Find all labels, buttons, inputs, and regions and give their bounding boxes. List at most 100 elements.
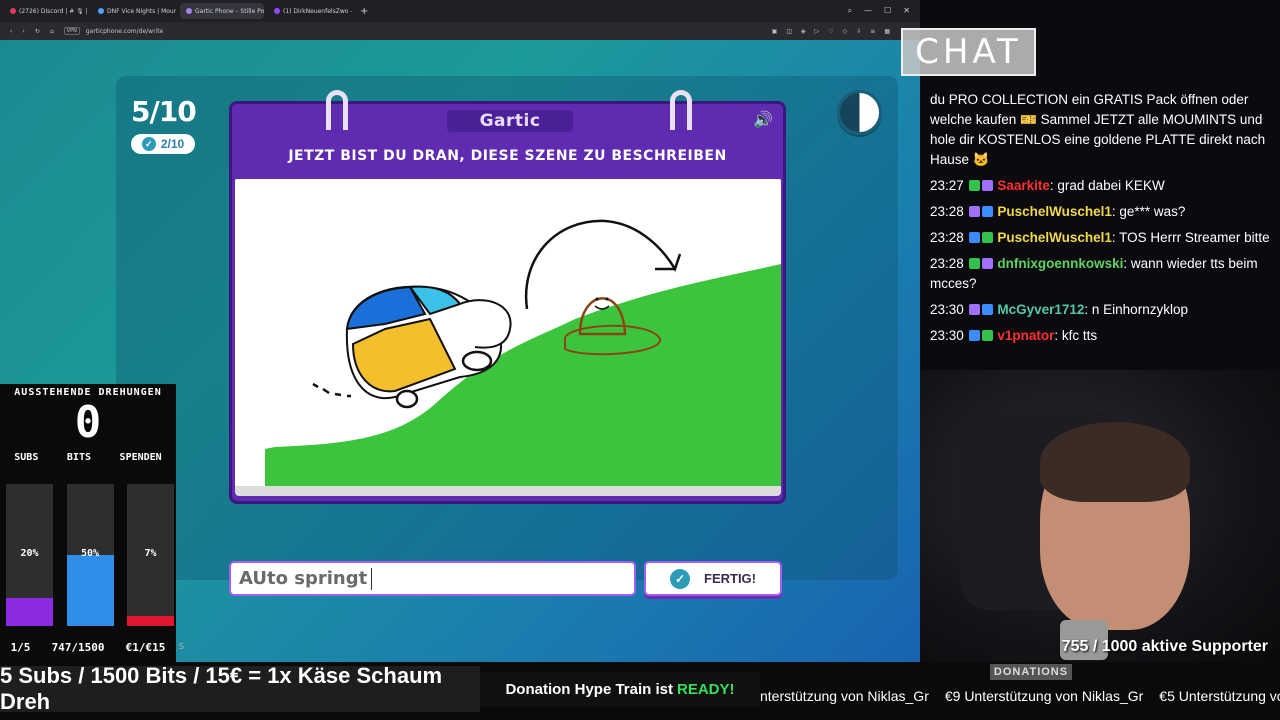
done-button[interactable]: ✓ FERTIG! <box>644 561 782 596</box>
canvas-base <box>235 486 781 496</box>
back-icon[interactable]: ‹ <box>10 28 12 35</box>
new-tab-button[interactable]: + <box>360 6 368 17</box>
chat-username[interactable]: v1pnator <box>997 328 1054 343</box>
chat-badge-icon <box>981 258 993 269</box>
chat-badge-icon <box>968 304 980 315</box>
speaker-icon[interactable]: 🔊 <box>753 110 773 130</box>
chat-username[interactable]: PuschelWuschel1 <box>997 204 1112 219</box>
chat-badge-icon <box>968 206 980 217</box>
chat-timestamp: 23:30 <box>930 302 964 317</box>
gartic-logo: Gartic <box>447 110 573 132</box>
home-icon[interactable]: ⌂ <box>50 28 54 35</box>
browser-tab[interactable]: DNF Vice Nights | Moumin... <box>92 3 176 19</box>
supporters-count: 755 / 1000 aktive Supporter <box>1061 638 1268 655</box>
bar-label: SPENDEN <box>119 452 162 463</box>
tab-label: (1) DirkNeuenfelsZwo – Tw... <box>283 7 352 15</box>
chat-badge-icon <box>981 330 993 341</box>
play-icon[interactable]: ▷ <box>815 28 820 35</box>
browser-tab[interactable]: Gartic Phone – Stille Post <box>180 3 264 19</box>
close-icon[interactable]: ✕ <box>903 6 910 16</box>
check-icon: ✓ <box>670 568 690 589</box>
download-icon[interactable]: ⇩ <box>856 28 861 35</box>
drawing-card: Gartic 🔊 JETZT BIST DU DRAN, DIESE SZENE… <box>229 90 786 504</box>
goal-bar: 20% <box>6 484 53 626</box>
camera-icon[interactable]: ▣ <box>772 28 778 35</box>
chat-timestamp: 23:30 <box>930 328 964 343</box>
goal-bar-percent: 7% <box>144 548 157 559</box>
chat-text: : TOS Herrr Streamer bitte <box>1111 230 1270 245</box>
browser-tab[interactable]: (1) DirkNeuenfelsZwo – Tw... <box>268 3 352 19</box>
goal-bar-fill <box>66 555 114 626</box>
minimize-icon[interactable]: — <box>864 6 872 16</box>
chat-badge-icon <box>968 232 980 243</box>
browser-tab-bar: (2726) Discord | # 🎙 | st... DNF Vice Nig… <box>0 0 920 22</box>
chat-text: : grad dabei KEKW <box>1049 178 1165 193</box>
answer-text: AUto springt <box>239 568 368 589</box>
goal-footers: 1/5 747/1500 €1/€15 <box>0 641 176 654</box>
check-icon: ✓ <box>141 137 156 151</box>
pending-spins-widget: AUSSTEHENDE DREHUNGEN 0 SUBS BITS SPENDEN … <box>0 384 185 662</box>
binder-ring-icon <box>326 90 348 130</box>
streamer-hair <box>1040 422 1190 502</box>
chat-message: 23:28 PuschelWuschel1: ge*** was? <box>930 202 1270 222</box>
reload-icon[interactable]: ↻ <box>35 28 40 35</box>
shield-icon[interactable]: ◈ <box>801 28 806 35</box>
tab-favicon-icon <box>186 8 192 14</box>
goal-footer: 1/5 <box>10 641 31 654</box>
figure-eye <box>595 297 599 301</box>
chat-message: 23:28 PuschelWuschel1: TOS Herrr Streame… <box>930 228 1270 248</box>
donations-label: DONATIONS <box>990 664 1072 680</box>
spins-count: 0 <box>74 397 102 448</box>
maximize-icon[interactable]: ☐ <box>884 6 891 16</box>
players-done-count: 2/10 <box>160 137 185 151</box>
goal-bar: 50% <box>66 484 114 626</box>
bar-label: BITS <box>66 452 91 463</box>
car-wheel-rear <box>395 389 419 409</box>
browser-tab[interactable]: (2726) Discord | # 🎙 | st... <box>4 3 88 19</box>
search-tabs-icon[interactable]: ⌕ <box>848 6 852 16</box>
url-field[interactable]: garticphone.com/de/write <box>86 28 163 35</box>
car-wheel-front <box>461 350 493 372</box>
heart-icon[interactable]: ♡ <box>828 28 833 35</box>
webcam-view: 755 / 1000 aktive Supporter <box>920 370 1280 662</box>
chat-username[interactable]: Saarkite <box>997 178 1050 193</box>
chat-username[interactable]: PuschelWuschel1 <box>997 230 1112 245</box>
widget-tail-text: s <box>178 639 185 652</box>
menu-icon[interactable]: ≡ <box>870 28 875 35</box>
ticker-item: nterstützung von Niklas_Gr <box>760 688 929 704</box>
goal-footer: €1/€15 <box>125 641 166 654</box>
spins-title: AUSSTEHENDE DREHUNGEN <box>14 387 162 398</box>
chat-text: : ge*** was? <box>1111 204 1186 219</box>
grass-hill <box>265 264 781 489</box>
tab-favicon-icon <box>10 8 16 14</box>
drawing-image <box>265 219 781 489</box>
players-done-badge: ✓ 2/10 <box>131 134 195 154</box>
hype-train-status: Donation Hype Train ist READY! <box>480 672 760 706</box>
hype-ready: READY! <box>677 680 735 698</box>
chat-badge: CHAT <box>901 28 1036 76</box>
chat-username[interactable]: dnfnixgoennkowski <box>997 256 1123 271</box>
subs-goal-banner: 5 Subs / 1500 Bits / 15€ = 1x Käse Schau… <box>0 663 480 714</box>
speed-lines <box>312 382 351 398</box>
done-button-label: FERTIG! <box>704 571 756 586</box>
chat-message-list: 23:27 Saarkite: grad dabei KEKW 23:28 Pus… <box>930 176 1270 346</box>
snapshot-icon[interactable]: ◫ <box>786 28 792 35</box>
chat-badge-icon <box>981 180 993 191</box>
chat-timestamp: 23:28 <box>930 230 964 245</box>
tab-favicon-icon <box>274 8 280 14</box>
forward-icon[interactable]: › <box>22 28 24 35</box>
vpn-badge[interactable]: VPN <box>63 27 80 35</box>
chat-badge-icon <box>981 304 993 315</box>
tab-label: Gartic Phone – Stille Post <box>195 7 264 15</box>
goal-footer: 747/1500 <box>51 641 105 654</box>
chat-badge-icon <box>968 180 980 191</box>
goal-bar-fill <box>127 616 174 626</box>
extension-icon[interactable]: ▦ <box>884 28 890 35</box>
answer-input[interactable]: AUto springt <box>229 561 636 596</box>
cube-icon[interactable]: ◇ <box>843 28 848 35</box>
drawing-canvas <box>235 179 781 489</box>
bar-labels: SUBS BITS SPENDEN <box>0 452 176 463</box>
browser-toolbar: ▣ ◫ ◈ ▷ ♡ ◇ ⇩ ≡ ▦ <box>772 28 920 35</box>
chat-username[interactable]: McGyver1712 <box>997 302 1084 317</box>
round-counter: 5/10 <box>131 95 197 128</box>
